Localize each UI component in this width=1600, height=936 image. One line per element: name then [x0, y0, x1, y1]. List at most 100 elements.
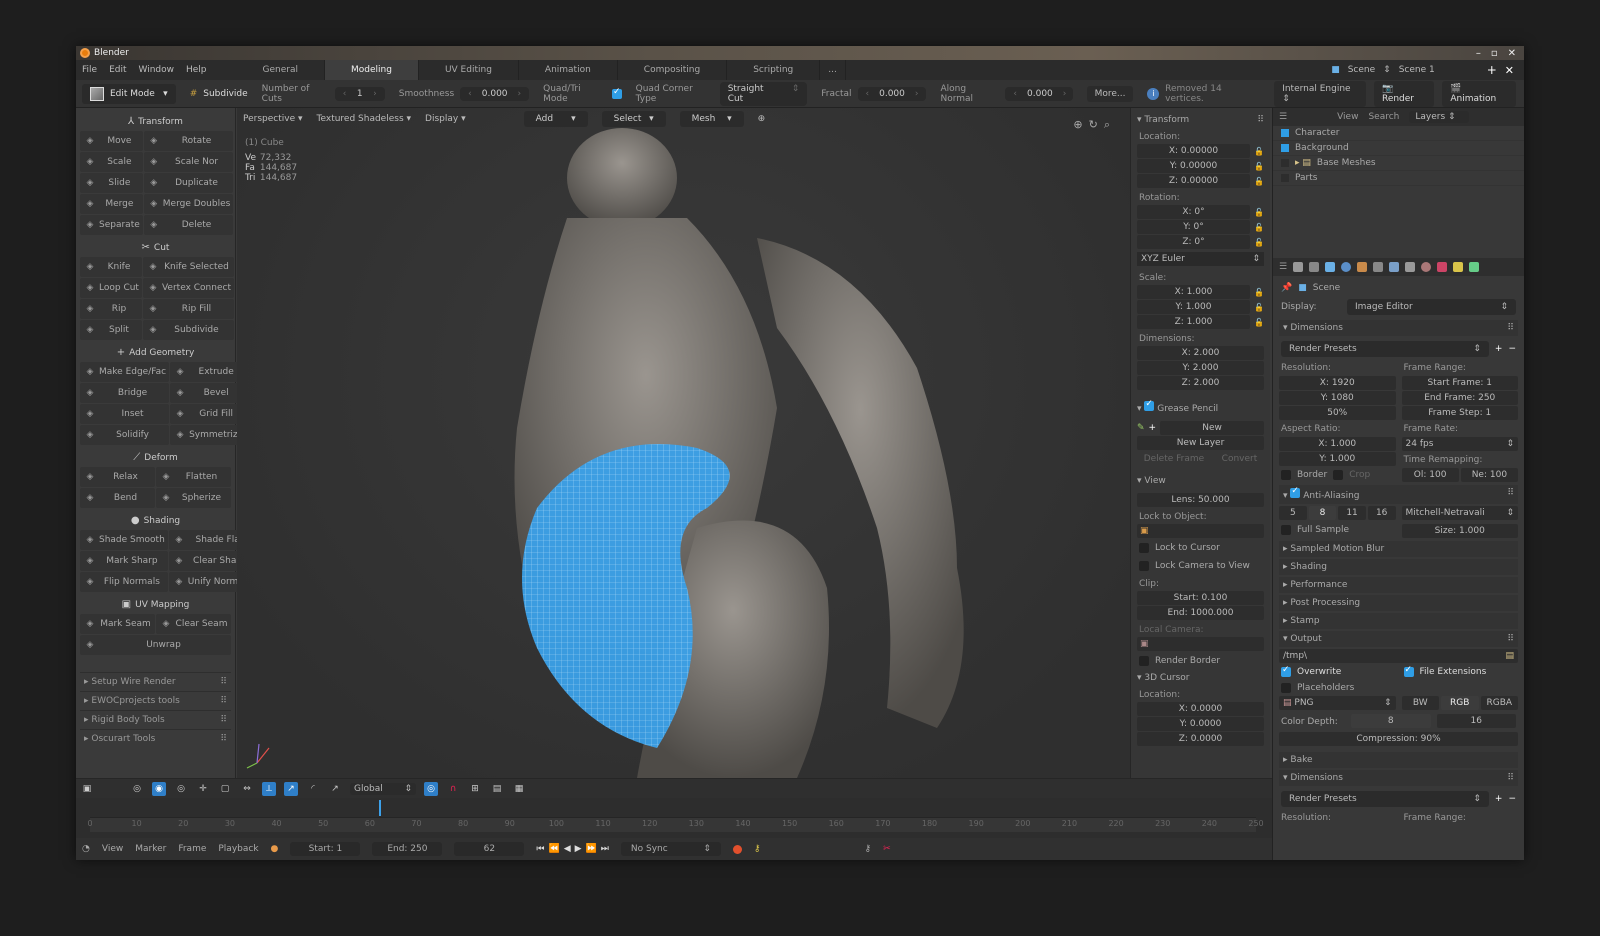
- rotation-mode-select[interactable]: XYZ Euler ⇕: [1137, 252, 1264, 266]
- transform-panel-header[interactable]: ▾ Transform ⠿: [1137, 112, 1264, 128]
- tool-separate-button[interactable]: ◈ Separate: [80, 215, 143, 235]
- object-tab-icon[interactable]: [1357, 262, 1368, 272]
- local-camera-field[interactable]: ▣: [1137, 637, 1264, 651]
- scale-manipulator-icon[interactable]: ↗: [328, 782, 342, 796]
- menu-window[interactable]: Window: [133, 65, 181, 75]
- menu-file[interactable]: File: [76, 65, 103, 75]
- anti-aliasing-header[interactable]: ▾ Anti-Aliasing⠿: [1279, 485, 1518, 504]
- aa-samples-8[interactable]: 8: [1308, 506, 1337, 520]
- outliner-item[interactable]: Background: [1273, 141, 1524, 156]
- location-y[interactable]: Y: 0.00000: [1137, 159, 1250, 173]
- color-depth-16[interactable]: 16: [1436, 714, 1516, 728]
- drag-handle-icon[interactable]: ⠿: [220, 734, 227, 744]
- scale-x[interactable]: X: 1.000: [1137, 285, 1250, 299]
- physics-tab-icon[interactable]: [1469, 262, 1480, 272]
- full-sample-checkbox[interactable]: [1281, 525, 1291, 535]
- current-frame-cursor[interactable]: [379, 800, 382, 816]
- grease-pencil-header[interactable]: ▾ Grease Pencil: [1137, 398, 1264, 417]
- location-x[interactable]: X: 0.00000: [1137, 144, 1250, 158]
- tool-merge-button[interactable]: ◈ Merge: [80, 194, 143, 214]
- tool-shade-smooth-button[interactable]: ◈ Shade Smooth: [80, 530, 168, 550]
- layer-visibility-icon[interactable]: [1281, 129, 1289, 137]
- tool-inset-button[interactable]: ◈ Inset: [80, 404, 170, 424]
- more-button[interactable]: More...: [1086, 85, 1134, 102]
- tab-animation[interactable]: Animation: [519, 60, 618, 80]
- jump-start-icon[interactable]: ⏮: [536, 844, 544, 854]
- lock-icon[interactable]: 🔓: [1254, 238, 1264, 247]
- tool-extrude-button[interactable]: ◈ Extrude: [170, 362, 247, 382]
- dimensions2-panel-header[interactable]: ▾ Dimensions ⠿: [1279, 770, 1518, 786]
- new-layer-button[interactable]: New Layer: [1137, 436, 1264, 450]
- timeline[interactable]: 0 10 20 30 40 50 60 70 80 90 100 110 120 130 140 150 160…: [76, 798, 1272, 838]
- prev-keyframe-icon[interactable]: ⏪: [549, 844, 560, 854]
- lock-icon[interactable]: 🔓: [1254, 177, 1264, 186]
- overwrite-checkbox[interactable]: [1281, 665, 1291, 677]
- orientation-select[interactable]: Global ⇕: [350, 782, 416, 795]
- start-frame[interactable]: Start Frame: 1: [1401, 376, 1518, 390]
- tool-rip-button[interactable]: ◈ Rip: [80, 299, 142, 319]
- scale-y[interactable]: Y: 1.000: [1137, 300, 1250, 314]
- menu-edit[interactable]: Edit: [103, 65, 132, 75]
- preview-range-icon[interactable]: ●: [271, 844, 279, 854]
- tool-subdivide-button[interactable]: ◈ Subdivide: [142, 320, 234, 340]
- remap-old[interactable]: Ol: 100: [1401, 468, 1459, 482]
- manipulator-icon[interactable]: ⇔: [240, 782, 254, 796]
- placeholders-checkbox[interactable]: [1281, 683, 1291, 693]
- render-button[interactable]: 📷 Render: [1373, 80, 1435, 107]
- bake-panel-header[interactable]: ▸ Bake: [1279, 752, 1518, 768]
- minimize-button[interactable]: –: [1476, 48, 1481, 59]
- tool-unwrap-button[interactable]: ◈ Unwrap: [80, 635, 231, 655]
- drag-handle-icon[interactable]: ⠿: [220, 696, 227, 706]
- panel-setup-wire-render[interactable]: ▸ Setup Wire Render ⠿: [80, 672, 231, 691]
- aspect-y[interactable]: Y: 1.000: [1279, 452, 1396, 466]
- color-bw[interactable]: BW: [1401, 696, 1439, 710]
- tab-scripting[interactable]: Scripting: [727, 60, 821, 80]
- layer-visibility-icon[interactable]: [1281, 174, 1289, 182]
- aa-samples-11[interactable]: 11: [1338, 506, 1366, 520]
- close-button[interactable]: ✕: [1508, 48, 1516, 59]
- panel-shading[interactable]: ▸ Shading: [1279, 559, 1518, 575]
- resolution-y[interactable]: Y: 1080: [1279, 391, 1396, 405]
- timeline-editor-icon[interactable]: ◔: [82, 844, 90, 854]
- cursor-x[interactable]: X: 0.0000: [1137, 702, 1264, 716]
- render-presets2-select[interactable]: Render Presets ⇕: [1281, 791, 1489, 807]
- frame-step[interactable]: Frame Step: 1: [1401, 406, 1518, 420]
- tool-solidify-button[interactable]: ◈ Solidify: [80, 425, 170, 445]
- view-panel-header[interactable]: ▾ View: [1137, 473, 1264, 489]
- quad-tri-checkbox[interactable]: [611, 87, 622, 99]
- aspect-x[interactable]: X: 1.000: [1279, 437, 1396, 451]
- delete-frame-button[interactable]: Delete Frame: [1144, 454, 1204, 464]
- lock-icon[interactable]: 🔓: [1254, 303, 1264, 312]
- display-select[interactable]: Image Editor ⇕: [1347, 299, 1516, 315]
- animation-button[interactable]: 🎬 Animation: [1442, 80, 1516, 107]
- tool-mark-sharp-button[interactable]: ◈ Mark Sharp: [80, 551, 168, 571]
- convert-button[interactable]: Convert: [1222, 454, 1258, 464]
- insert-keyframe-icon[interactable]: ⚷: [865, 844, 872, 854]
- layers-tab-icon[interactable]: [1309, 262, 1320, 272]
- tool-bridge-button[interactable]: ◈ Bridge: [80, 383, 170, 403]
- tab-more[interactable]: ...: [820, 60, 846, 80]
- render-border-checkbox[interactable]: [1139, 656, 1149, 666]
- tab-compositing[interactable]: Compositing: [618, 60, 728, 80]
- proportional-icon[interactable]: ◎: [174, 782, 188, 796]
- occlude-icon[interactable]: ▢: [218, 782, 232, 796]
- tool-bevel-button[interactable]: ◈ Bevel: [170, 383, 247, 403]
- tool-rotate-button[interactable]: ◈ Rotate: [143, 131, 234, 151]
- anti-aliasing-checkbox[interactable]: [1290, 486, 1301, 498]
- panel-post-processing[interactable]: ▸ Post Processing: [1279, 595, 1518, 611]
- resolution-x[interactable]: X: 1920: [1279, 376, 1396, 390]
- quad-corner-select[interactable]: Straight Cut ⇕: [719, 81, 808, 106]
- lock-icon[interactable]: 🔓: [1254, 288, 1264, 297]
- 3d-cursor-header[interactable]: ▾ 3D Cursor: [1137, 670, 1264, 686]
- current-frame-field[interactable]: 62: [454, 842, 525, 856]
- layer-icon[interactable]: ◎: [424, 781, 438, 796]
- render-engine-select[interactable]: Internal Engine ⇕: [1274, 80, 1366, 107]
- select-mode-icon[interactable]: ◉: [152, 781, 166, 796]
- tool-scale-button[interactable]: ◈ Scale: [80, 152, 143, 172]
- lock-icon[interactable]: 🔓: [1254, 318, 1264, 327]
- panel-oscurart-tools[interactable]: ▸ Oscurart Tools ⠿: [80, 729, 231, 748]
- layer-visibility-icon[interactable]: [1281, 159, 1289, 167]
- texture-tab-icon[interactable]: [1437, 262, 1448, 272]
- world-tab-icon[interactable]: [1341, 262, 1352, 272]
- delete-keyframe-icon[interactable]: ✂: [883, 844, 891, 854]
